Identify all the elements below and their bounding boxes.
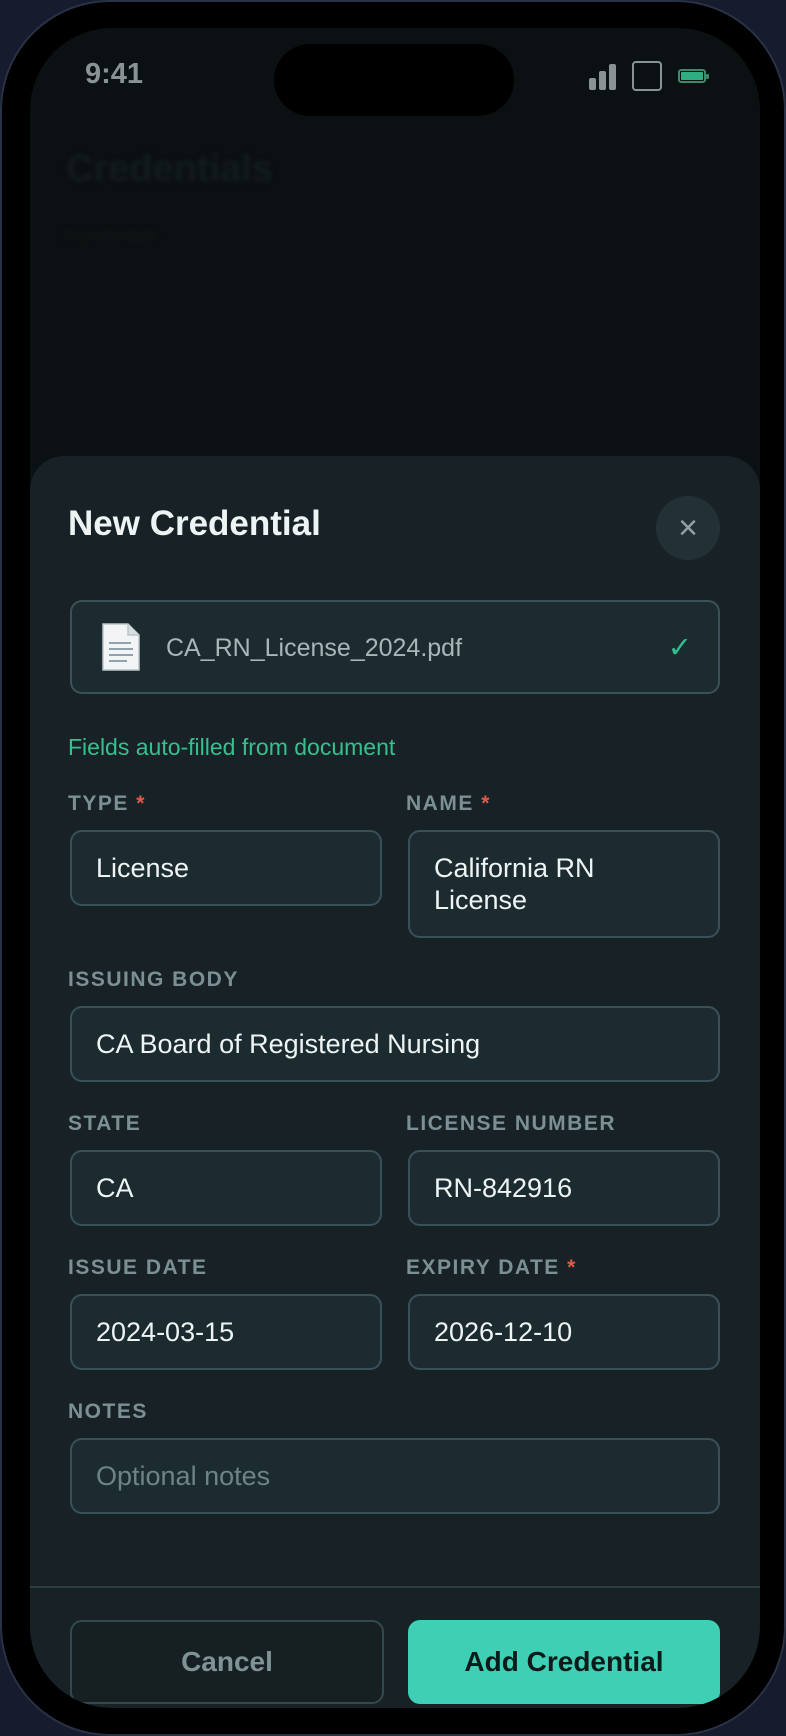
autofill-note: Fields auto-filled from document [68, 734, 396, 760]
license-number-label: LICENSE NUMBER [406, 1112, 617, 1135]
wifi-icon [632, 61, 662, 91]
battery-icon [678, 69, 709, 83]
state-value: CA [96, 1173, 134, 1203]
required-mark: * [567, 1256, 577, 1279]
issue-date-value: 2024-03-15 [96, 1317, 235, 1347]
check-icon: ✓ [667, 632, 692, 664]
expiry-date-label-text: EXPIRY DATE [406, 1256, 560, 1279]
sheet-title: New Credential [68, 504, 321, 543]
required-mark: * [481, 792, 491, 815]
state-field[interactable]: CA [70, 1150, 382, 1226]
background-page-title: Credentials [66, 148, 273, 190]
background-page-subtitle: 0 credentials [66, 228, 157, 245]
screen: 9:41 Credentials 0 credentials New Crede… [30, 28, 760, 1708]
issuing-body-field[interactable]: CA Board of Registered Nursing [70, 1006, 720, 1082]
footer-divider [30, 1586, 760, 1588]
cancel-button[interactable]: Cancel [70, 1620, 384, 1704]
name-field[interactable]: California RN License [408, 830, 720, 938]
name-label: NAME * [406, 792, 491, 816]
type-label-text: TYPE [68, 792, 129, 815]
type-label: TYPE * [68, 792, 146, 816]
close-button[interactable]: × [656, 496, 720, 560]
add-credential-button[interactable]: Add Credential [408, 1620, 720, 1704]
close-icon: × [678, 508, 698, 547]
notes-placeholder: Optional notes [96, 1461, 271, 1491]
attached-file-card[interactable]: CA_RN_License_2024.pdf ✓ [70, 600, 720, 694]
issue-date-field[interactable]: 2024-03-15 [70, 1294, 382, 1370]
phone-frame: 9:41 Credentials 0 credentials New Crede… [0, 0, 786, 1736]
expiry-date-value: 2026-12-10 [434, 1317, 573, 1347]
issuing-body-value: CA Board of Registered Nursing [96, 1029, 481, 1059]
name-label-text: NAME [406, 792, 474, 815]
issue-date-label: ISSUE DATE [68, 1256, 208, 1279]
dynamic-island [274, 44, 514, 116]
state-label: STATE [68, 1112, 142, 1135]
notes-label: NOTES [68, 1400, 148, 1423]
required-mark: * [136, 792, 146, 815]
license-number-field[interactable]: RN-842916 [408, 1150, 720, 1226]
notes-field[interactable]: Optional notes [70, 1438, 720, 1514]
status-icons [589, 61, 709, 91]
file-name: CA_RN_License_2024.pdf [166, 634, 463, 662]
status-time: 9:41 [85, 58, 144, 90]
name-value: California RN License [434, 853, 595, 915]
expiry-date-field[interactable]: 2026-12-10 [408, 1294, 720, 1370]
type-field[interactable]: License [70, 830, 382, 906]
type-value: License [96, 853, 190, 883]
signal-icon [589, 62, 616, 90]
license-number-value: RN-842916 [434, 1173, 573, 1203]
document-icon [102, 623, 140, 671]
new-credential-sheet: New Credential × CA_RN_License_2024.pdf … [30, 456, 760, 1708]
expiry-date-label: EXPIRY DATE * [406, 1256, 577, 1280]
issuing-body-label: ISSUING BODY [68, 968, 239, 991]
